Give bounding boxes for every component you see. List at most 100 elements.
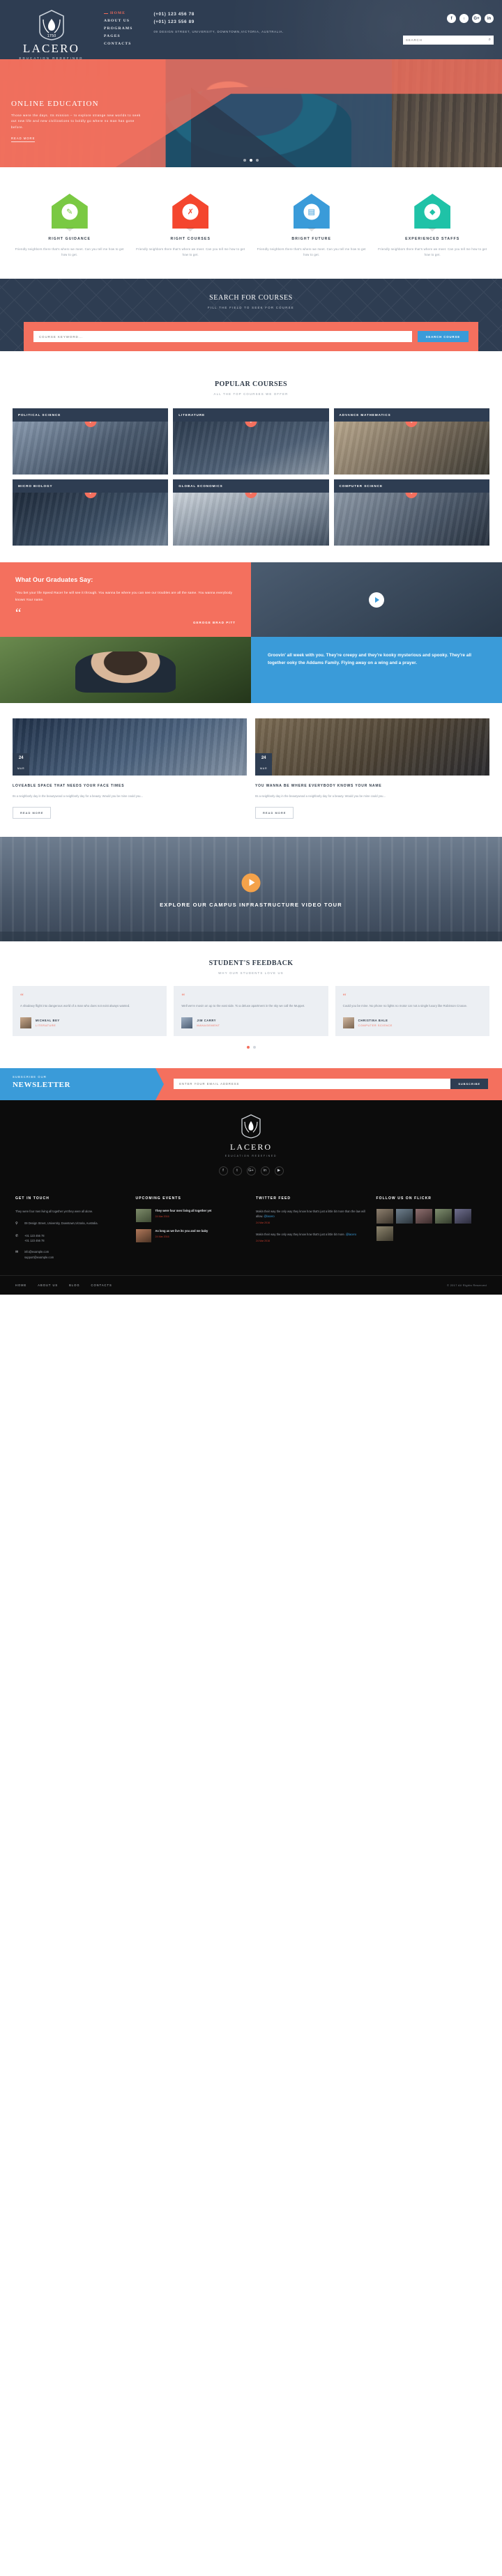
- event-date: 24 Mar 2016: [155, 1235, 169, 1239]
- popular-courses-subtitle: ALL THE TOP COURSES WE OFFER: [213, 392, 289, 396]
- flickr-thumbnail[interactable]: [395, 1208, 413, 1224]
- nav-item-about-us[interactable]: ABOUT US: [104, 19, 132, 24]
- course-card[interactable]: MICRO BIOLOGY +: [13, 479, 169, 546]
- nav-item-pages[interactable]: PAGES: [104, 35, 132, 39]
- main-navigation[interactable]: HOME ABOUT US PROGRAMS PAGES CONTACTS: [104, 7, 132, 59]
- tweet-link[interactable]: @lacero: [346, 1233, 356, 1236]
- testimonial-author: GEROGE BRAD PITT: [192, 621, 236, 625]
- feedback-dot-1[interactable]: [246, 1045, 250, 1049]
- course-card[interactable]: POLITICAL SCIENCE +: [13, 408, 169, 475]
- feedback-slider-dots[interactable]: [13, 1045, 489, 1049]
- feedback-dot-2[interactable]: [252, 1045, 256, 1049]
- flickr-thumbnail[interactable]: [376, 1226, 393, 1241]
- blog-image: 24 MAR: [13, 718, 247, 776]
- newsletter-subscribe-button[interactable]: SUBSCRIBE: [450, 1079, 488, 1090]
- search-course-button[interactable]: SEARCH COURSE: [417, 331, 469, 343]
- event-item[interactable]: As long as we live its you and me baby 2…: [135, 1228, 247, 1242]
- blog-date-month: MAR: [17, 767, 25, 771]
- hero-slider-dots[interactable]: [243, 159, 259, 162]
- hero-read-more-button[interactable]: READ MORE: [11, 137, 36, 142]
- play-button-icon[interactable]: [369, 592, 384, 608]
- footer-social-links[interactable]: f t G+ in ▶: [0, 1166, 502, 1175]
- svg-text:1750: 1750: [47, 34, 56, 38]
- feedback-person: MICHEAL BEY LITERATURE: [20, 1017, 159, 1028]
- footer-email-1[interactable]: info@example.com: [24, 1250, 49, 1254]
- search-icon[interactable]: ⌕: [489, 38, 491, 43]
- footer-bottom-bar: HOME ABOUT US BLOG CONTACTS © 2017 All R…: [0, 1275, 502, 1295]
- course-keyword-input[interactable]: [33, 331, 412, 343]
- blog-read-more-button[interactable]: READ MORE: [13, 806, 52, 819]
- youtube-icon[interactable]: ▶: [274, 1166, 284, 1175]
- nav-item-programs[interactable]: PROGRAMS: [104, 27, 132, 31]
- linkedin-icon[interactable]: in: [260, 1166, 270, 1175]
- header-social-links[interactable]: f t G+ in: [403, 14, 494, 29]
- footer-nav-about-us[interactable]: ABOUT US: [38, 1283, 58, 1287]
- site-logo[interactable]: 1750 LACERO EDUCATION REDEFINED: [18, 7, 84, 59]
- hero-title: ONLINE EDUCATION: [11, 100, 99, 108]
- footer-nav-home[interactable]: HOME: [15, 1283, 26, 1287]
- play-button-icon[interactable]: [241, 873, 261, 893]
- feature-title: BRIGHT FUTURE: [291, 237, 332, 241]
- blog-excerpt: Its a neighborly day in the beautywood a…: [13, 794, 144, 799]
- twitter-icon[interactable]: t: [459, 14, 469, 23]
- course-search-box: SEARCH COURSE: [24, 322, 478, 352]
- hero-description: Those were the days. Its mission – to ex…: [11, 114, 141, 129]
- hero-dot-1[interactable]: [243, 159, 246, 162]
- tweet-link[interactable]: @lacero: [264, 1214, 274, 1218]
- blog-card[interactable]: 24 MAR YOU WANNA BE WHERE EVERYBODY KNOW…: [255, 718, 489, 819]
- linkedin-icon[interactable]: in: [485, 14, 494, 23]
- event-item[interactable]: They were four men living all together y…: [135, 1208, 247, 1222]
- blog-read-more-button[interactable]: READ MORE: [255, 806, 294, 819]
- crest-flame-icon: 1750: [38, 10, 65, 40]
- google-plus-icon[interactable]: G+: [472, 14, 481, 23]
- course-image: +: [173, 493, 329, 546]
- course-card[interactable]: LITERATURE +: [173, 408, 329, 475]
- twitter-icon[interactable]: t: [232, 1166, 242, 1175]
- blog-date-badge: 24 MAR: [13, 753, 30, 776]
- course-card[interactable]: COMPUTER SCIENCE +: [333, 479, 489, 546]
- feedback-text: A shadowy flight into dangerous world of…: [20, 1004, 130, 1008]
- newsletter-email-input[interactable]: [174, 1079, 451, 1090]
- flickr-thumbnail[interactable]: [434, 1208, 452, 1224]
- blog-title: YOU WANNA BE WHERE EVERYBODY KNOWS YOUR …: [255, 784, 382, 789]
- course-photo: [173, 422, 329, 475]
- footer-navigation[interactable]: HOME ABOUT US BLOG CONTACTS: [15, 1283, 112, 1287]
- google-plus-icon[interactable]: G+: [246, 1166, 256, 1175]
- popular-courses-title: POPULAR COURSES: [214, 380, 288, 389]
- flickr-thumbnail-grid[interactable]: [376, 1208, 487, 1241]
- course-name: ADVANCE MATHEMATICS: [333, 408, 489, 422]
- footer-nav-contacts[interactable]: CONTACTS: [91, 1283, 112, 1287]
- blog-date-month: MAR: [260, 767, 268, 771]
- flickr-thumbnail[interactable]: [415, 1208, 432, 1224]
- courses-grid: POLITICAL SCIENCE + LITERATURE + ADVANCE…: [0, 408, 502, 562]
- graduate-photo: [0, 637, 251, 704]
- nav-item-contacts[interactable]: CONTACTS: [104, 43, 132, 47]
- location-pin-icon: ⚲: [15, 1221, 18, 1226]
- footer-phone-2: +01 123 456 78: [24, 1238, 45, 1242]
- feedback-role: MANAGEMENT: [197, 1024, 220, 1027]
- footer-email-2[interactable]: support@example.com: [24, 1256, 54, 1259]
- blog-date-day: 24: [18, 756, 24, 761]
- testimonial-section: What Our Graduates Say: "You bet your li…: [0, 562, 502, 638]
- hero-dot-3[interactable]: [256, 159, 259, 162]
- facebook-icon[interactable]: f: [218, 1166, 228, 1175]
- course-card[interactable]: ADVANCE MATHEMATICS +: [333, 408, 489, 475]
- flickr-thumbnail[interactable]: [454, 1208, 471, 1224]
- event-date: 24 Mar 2016: [155, 1215, 169, 1219]
- course-card[interactable]: GLOBAL ECONOMICS +: [173, 479, 329, 546]
- blog-card[interactable]: 24 MAR LOVEABLE SPACE THAT NEEDS YOUR FA…: [13, 718, 247, 819]
- quote-mark-icon: “: [20, 992, 24, 1001]
- search-input[interactable]: [406, 38, 489, 42]
- feature-badge: ▤: [293, 194, 330, 231]
- nav-item-home[interactable]: HOME: [104, 11, 132, 16]
- feature-title: RIGHT GUIDANCE: [48, 237, 91, 241]
- facebook-icon[interactable]: f: [447, 14, 456, 23]
- header-search[interactable]: ⌕: [403, 36, 494, 45]
- blog-date-day: 24: [261, 756, 266, 761]
- footer-nav-blog[interactable]: BLOG: [69, 1283, 79, 1287]
- hero-dot-2[interactable]: [250, 159, 252, 162]
- tweet-text: Makin their way the only way they know h…: [256, 1232, 345, 1236]
- blog-image: 24 MAR: [255, 718, 489, 776]
- testimonial-video-panel[interactable]: [251, 562, 502, 638]
- flickr-thumbnail[interactable]: [376, 1208, 393, 1224]
